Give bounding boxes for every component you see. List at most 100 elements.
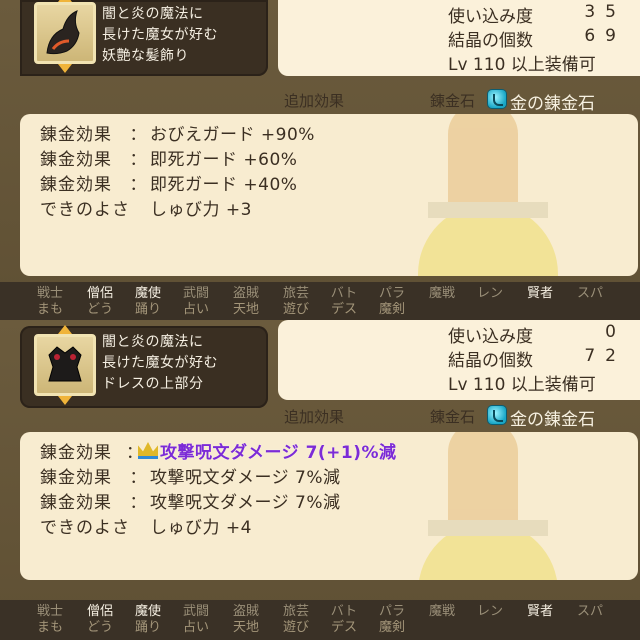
job-slot: スパ (570, 604, 610, 636)
description-line: 妖艶な髪飾り (102, 48, 189, 64)
job-name-secondary: 魔剣 (378, 302, 405, 317)
job-bar: 戦士 まも 僧侶 どう 魔使 踊り 武闘 占い 盗賊 天地 旅芸 遊び バト デス パラ 魔剣 魔戦 レン 賢者 スパ (0, 282, 640, 320)
job-slot: スパ (570, 286, 610, 318)
job-name: 武闘 (182, 604, 209, 619)
scroll-up-arrow-icon[interactable] (58, 325, 72, 334)
effect-value: しゅび力 +4 (150, 518, 252, 538)
effect-value: 攻撃呪文ダメージ 7(+1)%減 (160, 443, 397, 463)
job-bar: 戦士 まも 僧侶 どう 魔使 踊り 武闘 占い 盗賊 天地 旅芸 遊び バト デス パラ 魔剣 魔戦 レン 賢者 スパ (0, 600, 640, 640)
job-slot: 僧侶 どう (80, 604, 120, 636)
job-slot: 武闘 占い (176, 604, 216, 636)
scroll-down-arrow-icon[interactable] (58, 64, 72, 73)
job-slot: 魔使 踊り (128, 604, 168, 636)
job-slot: 魔戦 (422, 604, 462, 636)
effect-header-label: 追加効果 (284, 408, 345, 426)
job-name: 賢者 (526, 604, 553, 619)
crystals-value: 69 (584, 26, 626, 46)
effect-key: 錬金効果 (40, 443, 112, 463)
level-requirement: Lv 110 以上装備可 (448, 50, 626, 75)
job-name: 戦士 (36, 604, 63, 619)
job-slot: パラ 魔剣 (372, 604, 412, 636)
effect-value: しゅび力 +3 (150, 200, 252, 220)
usage-stat: 使い込み度 35 (448, 2, 626, 27)
effect-key: できのよさ (40, 518, 130, 538)
effect-key: 錬金効果 (40, 125, 112, 145)
effects-box: 錬金効果：おびえガード +90% 錬金効果：即死ガード +60% 錬金効果：即死… (20, 114, 638, 276)
job-name: 盗賊 (232, 286, 259, 301)
effect-value: 即死ガード +40% (150, 175, 298, 195)
job-name: 盗賊 (232, 604, 259, 619)
crystals-value: 72 (584, 346, 626, 366)
item-info-box: 闇と炎の魔法に 長けた魔女が好む ドレスの上部分 (20, 325, 268, 408)
scroll-up-arrow-icon[interactable] (58, 0, 72, 2)
effect-value: 攻撃呪文ダメージ 7%減 (150, 468, 341, 488)
job-name-secondary: まも (36, 302, 63, 317)
dress-top-icon (48, 346, 82, 382)
job-slot: パラ 魔剣 (372, 286, 412, 318)
usage-label: 使い込み度 (448, 7, 533, 27)
job-slot: 盗賊 天地 (226, 604, 266, 636)
job-name: 僧侶 (86, 604, 113, 619)
job-name: 賢者 (526, 286, 553, 301)
item-description: 闇と炎の魔法に 長けた魔女が好む ドレスの上部分 (102, 332, 267, 395)
description-line: 闇と炎の魔法に (102, 334, 204, 350)
effect-row: できのよさ しゅび力 +4 (40, 513, 252, 538)
alchemy-stone-icon (488, 90, 506, 108)
crystals-label: 結晶の個数 (448, 351, 533, 371)
effect-key: 錬金効果 (40, 150, 112, 170)
job-name: バト (330, 286, 358, 301)
effect-row-special: 錬金効果：攻撃呪文ダメージ 7(+1)%減 (40, 438, 397, 463)
job-name-secondary: 遊び (282, 620, 309, 635)
usage-value: 35 (584, 2, 626, 22)
item-stats: 使い込み度 0 結晶の個数 72 Lv 110 以上装備可 (278, 320, 640, 400)
item-info-box: 闇と炎の魔法に 長けた魔女が好む 妖艶な髪飾り (20, 0, 268, 76)
job-name: スパ (576, 604, 603, 619)
job-name-secondary: 占い (182, 620, 209, 635)
job-name-secondary: デス (330, 302, 357, 317)
job-name: パラ (378, 604, 405, 619)
job-name: 旅芸 (282, 604, 309, 619)
description-line: 長けた魔女が好む (102, 355, 218, 371)
job-name: 魔使 (134, 286, 161, 301)
horn-ornament-icon (46, 10, 80, 55)
job-name-secondary: どう (86, 620, 113, 635)
crystal-stat: 結晶の個数 72 (448, 346, 626, 371)
job-name-secondary: どう (86, 302, 113, 317)
job-name: スパ (576, 286, 603, 301)
level-requirement-text: Lv 110 以上装備可 (448, 375, 596, 395)
job-slot: 魔戦 (422, 286, 462, 318)
job-name: バト (330, 604, 358, 619)
crystals-label: 結晶の個数 (448, 31, 533, 51)
description-line: ドレスの上部分 (102, 376, 204, 392)
effect-header: 追加効果 錬金石 金の錬金石 (0, 402, 640, 432)
job-slot: 盗賊 天地 (226, 286, 266, 318)
effect-header-label: 追加効果 (284, 92, 345, 110)
job-name: 旅芸 (282, 286, 309, 301)
job-slot: 魔使 踊り (128, 286, 168, 318)
job-name-secondary: 占い (182, 302, 209, 317)
effect-key: 錬金効果 (40, 175, 112, 195)
job-slot: レン (470, 286, 510, 318)
effect-row: 錬金効果：即死ガード +40% (40, 170, 298, 195)
crystal-stat: 結晶の個数 69 (448, 26, 626, 51)
usage-stat: 使い込み度 0 (448, 322, 626, 347)
job-slot: レン (470, 604, 510, 636)
dress-top-item-icon[interactable] (34, 325, 96, 405)
effect-key: 錬金効果 (40, 493, 112, 513)
job-name: レン (476, 286, 503, 301)
effect-key: 錬金効果 (40, 468, 112, 488)
usage-value: 0 (605, 322, 626, 342)
effect-header: 追加効果 錬金石 金の錬金石 (0, 86, 640, 116)
job-name: 魔使 (134, 604, 161, 619)
job-slot: バト デス (324, 604, 364, 636)
item-description: 闇と炎の魔法に 長けた魔女が好む 妖艶な髪飾り (102, 4, 267, 67)
job-name-secondary: 踊り (134, 620, 161, 635)
job-slot: バト デス (324, 286, 364, 318)
effect-row: 錬金効果：攻撃呪文ダメージ 7%減 (40, 463, 341, 488)
alchemy-stone-label: 錬金石 (430, 92, 476, 110)
job-name: レン (476, 604, 503, 619)
job-name-secondary: まも (36, 620, 63, 635)
hair-ornament-item-icon[interactable] (34, 0, 96, 73)
effect-key: できのよさ (40, 200, 130, 220)
job-name-secondary: 天地 (232, 620, 259, 635)
